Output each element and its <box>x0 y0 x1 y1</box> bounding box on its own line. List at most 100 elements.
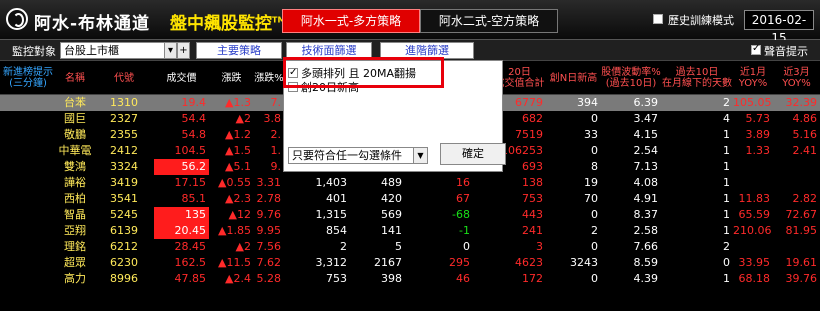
tab-bull-strategy[interactable]: 阿水一式-多方策略 <box>282 9 420 33</box>
cell-name: 智晶 <box>64 208 86 221</box>
cell-pct: 9.76 <box>256 208 282 221</box>
cell-yoy3: 81.95 <box>785 224 818 237</box>
chevron-down-icon[interactable]: ▼ <box>413 148 427 163</box>
cell-chg: ▲2.3 <box>225 192 251 205</box>
app-subtitle: 盤中飆股監控TM <box>170 14 286 34</box>
cell-pct: 7.62 <box>256 256 282 269</box>
cell-chg: ▲0.55 <box>218 176 251 189</box>
cell-pct: 7.56 <box>256 240 282 253</box>
condition-mode-select[interactable]: 只要符合任一勾選條件 ▼ <box>288 147 428 164</box>
cell-days: 4 <box>723 112 730 125</box>
cell-newhigh: 70 <box>584 192 598 205</box>
cell-vola: 4.08 <box>633 176 659 189</box>
cell-name: 中華電 <box>58 144 92 157</box>
col-new-high[interactable]: 創N日新高 <box>546 61 601 95</box>
cell-code: 2355 <box>110 128 138 141</box>
col-name[interactable]: 名稱 <box>56 61 94 95</box>
confirm-button[interactable]: 確定 <box>440 143 506 165</box>
cell-code: 5245 <box>110 208 138 221</box>
table-row[interactable]: 超眾 6230 162.5 ▲11.5 7.62 3,312 2167 295 4623 3243… <box>0 255 820 271</box>
cell-code: 1310 <box>110 96 138 109</box>
cell-yoy3 <box>773 159 820 175</box>
col-code[interactable]: 代號 <box>94 61 154 95</box>
monitor-select[interactable]: 台股上市櫃 <box>60 42 172 59</box>
cell-vol: 1,315 <box>315 208 348 221</box>
cell-yoy3: 2.82 <box>792 192 818 205</box>
cell-yoy1 <box>733 175 773 191</box>
title-bar: 阿水-布林通道 盤中飆股監控TM 阿水一式-多方策略 阿水二式-空方策略 歷史訓… <box>0 0 820 45</box>
cell-yoy3: 19.61 <box>785 256 818 269</box>
cell-pct: 2. <box>270 128 282 141</box>
cell-yoy3 <box>773 175 820 191</box>
cell-code: 3324 <box>110 160 138 173</box>
cell-vola: 8.37 <box>633 208 659 221</box>
col-yoy1[interactable]: 近1月 YOY% <box>733 61 773 95</box>
sound-checkbox[interactable] <box>751 43 761 55</box>
cell-vola: 4.15 <box>633 128 659 141</box>
cell-yoy1: 33.95 <box>738 256 771 269</box>
cell-newhigh: 0 <box>591 208 598 221</box>
col-volatility[interactable]: 股價波動率% (過去10日) <box>601 61 661 95</box>
cell-vol: 3,312 <box>315 256 348 269</box>
cell-code: 3541 <box>110 192 138 205</box>
cell-yoy3: 4.86 <box>792 112 818 125</box>
tab-bear-strategy[interactable]: 阿水二式-空方策略 <box>420 9 558 33</box>
col-price[interactable]: 成交價 <box>154 61 209 95</box>
cell-qty: 2167 <box>374 256 402 269</box>
cell-diff: -1 <box>459 224 470 237</box>
cell-diff: 0 <box>463 240 470 253</box>
cell-chg: ▲2.4 <box>225 272 251 285</box>
cell-pct: 9. <box>270 160 282 173</box>
cell-yoy3: 72.67 <box>785 208 818 221</box>
cell-days: 1 <box>723 224 730 237</box>
col-change-pct[interactable]: 漲跌% <box>254 61 284 95</box>
cell-yoy1: 11.83 <box>738 192 771 205</box>
cell-price: 135 <box>154 207 209 223</box>
main-strategy-button[interactable]: 主要策略 <box>196 42 282 59</box>
cell-chg: ▲1.85 <box>218 224 251 237</box>
table-row[interactable]: 西柏 3541 85.1 ▲2.3 2.78 401 420 67 753 70 4.91 1 11.8… <box>0 191 820 207</box>
cell-chg: ▲12 <box>228 208 251 221</box>
cell-name: 亞翔 <box>64 224 86 237</box>
cell-vola: 3.47 <box>633 112 659 125</box>
cell-pct: 5.28 <box>256 272 282 285</box>
cell-yoy1: 105.05 <box>733 96 772 109</box>
cell-chg: ▲11.5 <box>218 256 251 269</box>
table-row[interactable]: 理銘 6212 28.45 ▲2 7.56 2 5 0 3 0 7.66 2 <box>0 239 820 255</box>
cell-turnover: 172 <box>522 272 543 285</box>
table-row[interactable]: 智晶 5245 135 ▲12 9.76 1,315 569 -68 443 0 8.37 1 65.5… <box>0 207 820 223</box>
cell-diff: 46 <box>456 272 470 285</box>
date-field[interactable]: 2016-02-15 <box>744 10 814 45</box>
cell-days: 2 <box>723 240 730 253</box>
monitor-dropdown-button[interactable]: ▾ <box>164 42 177 59</box>
col-days-below[interactable]: 過去10日 在月線下的天數 <box>661 61 733 95</box>
cell-vol: 401 <box>326 192 347 205</box>
cell-vola: 7.66 <box>633 240 659 253</box>
cell-diff: 67 <box>456 192 470 205</box>
cell-code: 6212 <box>110 240 138 253</box>
cell-yoy1: 68.18 <box>738 272 771 285</box>
table-row[interactable]: 譁裕 3419 17.15 ▲0.55 3.31 1,403 489 16 138 19 4.08 1 <box>0 175 820 191</box>
add-monitor-button[interactable]: + <box>177 42 190 59</box>
cell-qty: 420 <box>381 192 402 205</box>
cell-name: 台苯 <box>64 96 86 109</box>
cell-code: 2327 <box>110 112 138 125</box>
history-mode-checkbox[interactable] <box>653 14 663 24</box>
cell-chg: ▲1.5 <box>225 144 251 157</box>
cell-price: 54.4 <box>181 112 207 125</box>
col-change[interactable]: 漲跌 <box>209 61 254 95</box>
cell-days: 1 <box>723 272 730 285</box>
cell-vola: 2.54 <box>633 144 659 157</box>
cell-price: 54.8 <box>181 128 207 141</box>
cell-newhigh: 394 <box>577 96 598 109</box>
cell-code: 6139 <box>110 224 138 237</box>
col-yoy3[interactable]: 近3月 YOY% <box>773 61 820 95</box>
table-row[interactable]: 亞翔 6139 20.45 ▲1.85 9.95 854 141 -1 241 2 2.58 1 210… <box>0 223 820 239</box>
cell-chg: ▲1.2 <box>225 128 251 141</box>
history-mode-label: 歷史訓練模式 <box>668 14 734 27</box>
cell-price: 20.45 <box>154 223 209 239</box>
cell-newhigh: 2 <box>591 224 598 237</box>
cell-days: 0 <box>723 256 730 269</box>
cell-yoy1: 3.89 <box>745 128 771 141</box>
table-row[interactable]: 高力 8996 47.85 ▲2.4 5.28 753 398 46 172 0 4.39 1 68.1… <box>0 271 820 287</box>
